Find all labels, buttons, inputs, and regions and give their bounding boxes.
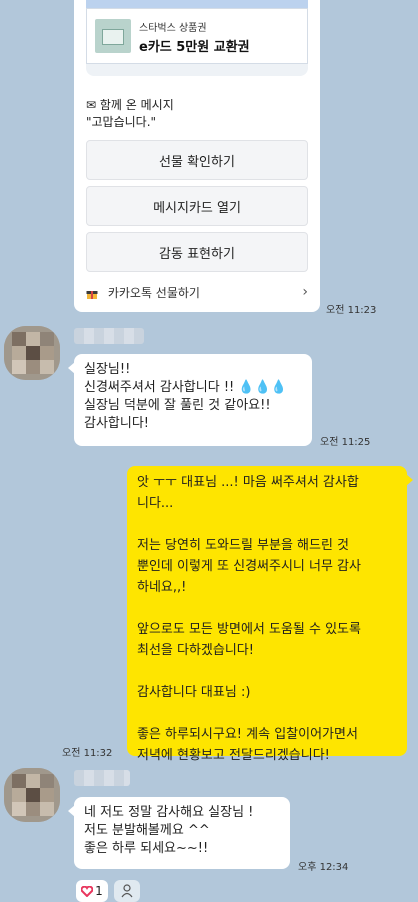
message-line: 저는 당연히 도와드릴 부분을 해드린 것 (137, 538, 350, 553)
heart-reaction-badge[interactable]: 1 (76, 880, 108, 902)
message-bubble-sent: 앗 ㅜㅜ 대표님 ...! 마음 써주셔서 감사합 니다... 저는 당연히 도… (127, 466, 413, 763)
message-line (137, 598, 397, 619)
message-bubble-received: 네 저도 정말 감사해요 실장님 ! 저도 분발해볼께요 ^^ 좋은 하루 되세… (68, 797, 290, 869)
avatar[interactable] (4, 326, 60, 380)
message-line: 저도 분발해볼께요 ^^ (84, 823, 210, 838)
gift-message-text: "고맙습니다." (86, 115, 157, 129)
gift-product-row[interactable]: 스타벅스 상품권 e카드 5만원 교환권 (86, 8, 308, 64)
message-line: 신경써주셔서 감사합니다 !! 💧💧💧 (84, 380, 287, 395)
gift-message-title: ✉ 함께 온 메시지 (86, 98, 174, 112)
avatar-image (4, 326, 60, 380)
message-bubble-received: 실장님!! 신경써주셔서 감사합니다 !! 💧💧💧 실장님 덕분에 잘 풀린 것… (68, 354, 312, 446)
gift-card[interactable]: 스타벅스 상품권 e카드 5만원 교환권 ✉ 함께 온 메시지 "고맙습니다."… (74, 0, 320, 312)
gift-footer-link[interactable]: 카카오톡 선물하기 › (86, 284, 308, 304)
open-message-card-button[interactable]: 메시지카드 열기 (86, 186, 308, 226)
message-line: 최선을 다하겠습니다! (137, 643, 254, 658)
sender-name (74, 770, 130, 786)
gift-box-icon (86, 290, 98, 299)
gift-footer-label: 카카오톡 선물하기 (107, 286, 200, 300)
add-reaction-button[interactable] (114, 880, 140, 902)
gift-product-name: e카드 5만원 교환권 (139, 40, 250, 55)
message-time: 오전 11:32 (62, 748, 113, 759)
confirm-gift-button[interactable]: 선물 확인하기 (86, 140, 308, 180)
gift-thumbnail-image (95, 19, 131, 53)
message-line (137, 661, 397, 682)
message-line: 감사합니다 대표님 :) (137, 685, 251, 700)
message-line (137, 703, 397, 724)
message-line: 앞으로도 모든 방면에서 도움될 수 있도록 (137, 622, 361, 637)
message-line (137, 514, 397, 535)
message-line: 네 저도 정말 감사해요 실장님 ! (84, 805, 254, 820)
message-line: 저녁에 현황보고 전달드리겠습니다! (137, 748, 330, 763)
message-line: 앗 ㅜㅜ 대표님 ...! 마음 써주셔서 감사합 (137, 475, 359, 490)
reaction-count: 1 (95, 884, 103, 898)
message-line: 좋은 하루 되세요~~!! (84, 841, 209, 856)
express-thanks-button[interactable]: 감동 표현하기 (86, 232, 308, 272)
message-line: 뿐인데 이렇게 또 신경써주시니 너무 감사 (137, 559, 361, 574)
message-time: 오전 11:25 (320, 437, 371, 448)
message-line: 실장님 덕분에 잘 풀린 것 같아요!! (84, 398, 271, 413)
chevron-right-icon: › (302, 284, 308, 300)
heart-icon (81, 885, 94, 897)
message-line: 니다... (137, 496, 174, 511)
message-line: 감사합니다! (84, 416, 150, 431)
message-line: 좋은 하루되시구요! 계속 입찰이어가면서 (137, 727, 358, 742)
avatar-image (4, 768, 60, 822)
gift-header-bar (86, 0, 308, 8)
gift-brand: 스타벅스 상품권 (139, 23, 207, 34)
message-time: 오후 12:34 (298, 862, 349, 873)
avatar[interactable] (4, 768, 60, 822)
sender-name (74, 328, 144, 344)
message-line: 실장님!! (84, 362, 131, 377)
gift-product-panel: 스타벅스 상품권 e카드 5만원 교환권 (86, 0, 308, 76)
message-time: 오전 11:23 (326, 305, 377, 316)
person-icon (121, 884, 133, 898)
message-line: 하네요,,! (137, 580, 187, 595)
